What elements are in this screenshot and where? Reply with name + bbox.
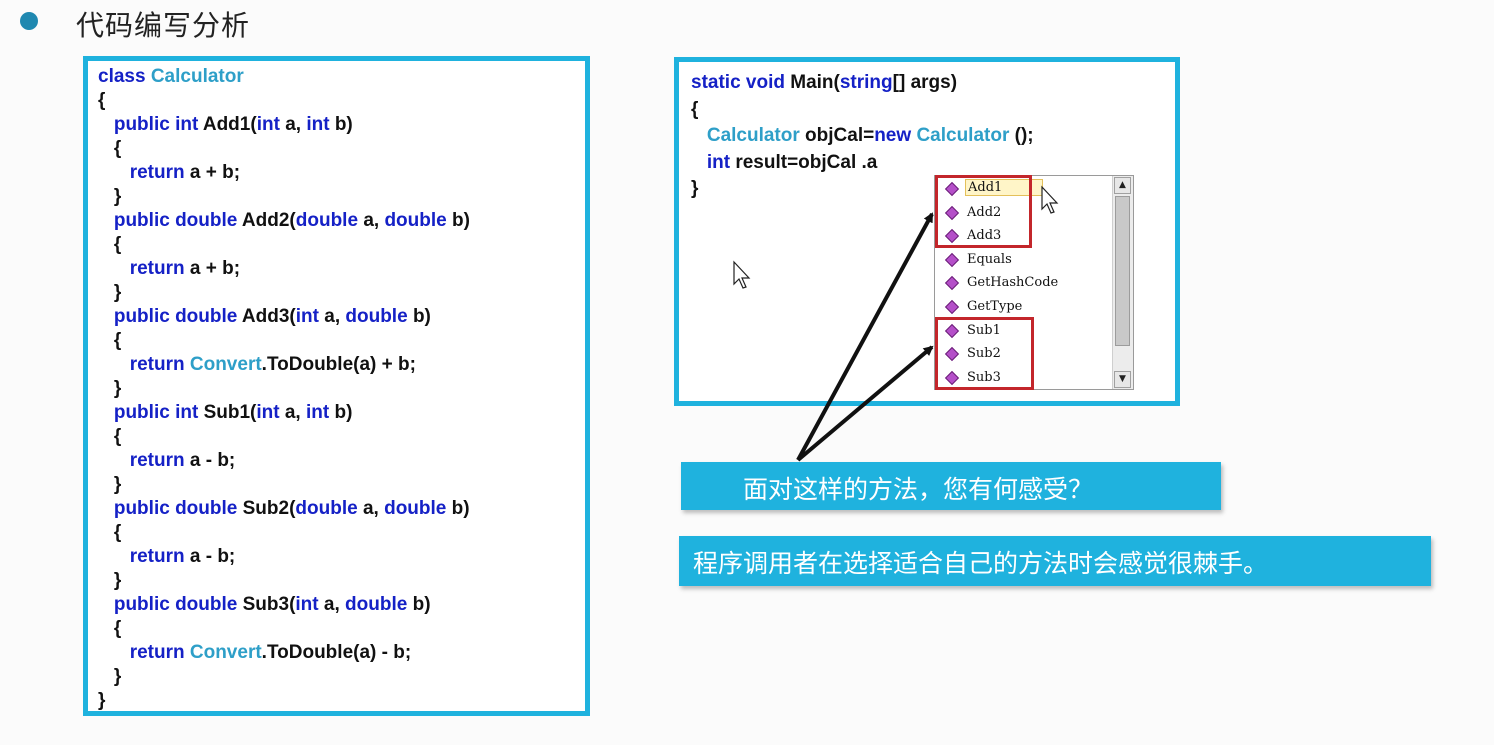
answer-callout: 程序调用者在选择适合自己的方法时会感觉很棘手。 [679, 536, 1431, 586]
question-text: 面对这样的方法，您有何感受？ [743, 475, 1094, 504]
question-callout: 面对这样的方法，您有何感受？ [681, 462, 1221, 510]
mouse-pointer-icon [1041, 185, 1059, 214]
answer-text: 程序调用者在选择适合自己的方法时会感觉很棘手。 [693, 549, 1269, 578]
annotation-arrows [733, 185, 1059, 462]
arrow-to-add-methods [796, 212, 934, 461]
mouse-pointer-icon [733, 260, 751, 289]
arrow-to-sub-methods [796, 345, 934, 462]
